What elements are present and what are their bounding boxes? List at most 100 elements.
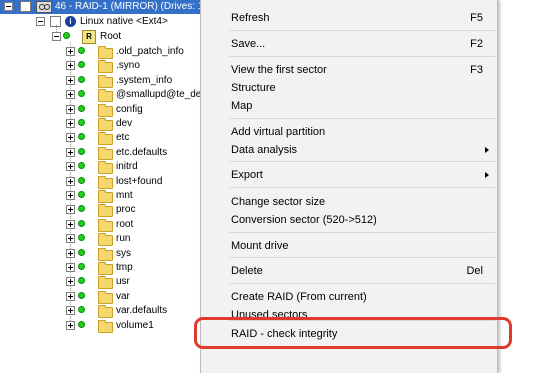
folder-row[interactable]: volume1 bbox=[116, 318, 154, 333]
folder-status-dot bbox=[78, 191, 85, 198]
menu-separator bbox=[229, 118, 495, 119]
folder-row[interactable]: var.defaults bbox=[116, 303, 167, 318]
folder-icon bbox=[98, 118, 113, 131]
folder-row[interactable]: etc bbox=[116, 130, 129, 145]
folder-icon bbox=[98, 190, 113, 203]
folder-row[interactable]: mnt bbox=[116, 188, 133, 203]
folder-status-dot bbox=[78, 147, 85, 155]
expand-toggle[interactable] bbox=[66, 75, 75, 85]
folder-row[interactable]: sys bbox=[116, 246, 131, 261]
collapse-toggle[interactable] bbox=[4, 2, 13, 11]
expand-toggle[interactable] bbox=[66, 205, 75, 215]
folder-icon bbox=[98, 247, 113, 261]
folder-row[interactable]: root bbox=[116, 217, 133, 232]
folder-row[interactable]: .syno bbox=[116, 58, 140, 73]
root-collapse-toggle[interactable] bbox=[52, 32, 61, 41]
menu-item-conversion-sector-520-512[interactable]: Conversion sector (520->512) bbox=[201, 211, 497, 229]
folder-label: usr bbox=[116, 276, 130, 288]
expand-toggle[interactable] bbox=[66, 219, 75, 229]
folder-label: initrd bbox=[116, 161, 138, 173]
submenu-arrow-icon bbox=[485, 147, 489, 153]
menu-item-refresh[interactable]: Refresh F5 bbox=[201, 9, 497, 27]
menu-item-add-virtual-partition[interactable]: Add virtual partition bbox=[201, 123, 497, 141]
menu-item-create-raid-from-current[interactable]: Create RAID (From current) bbox=[201, 288, 497, 306]
expand-toggle[interactable] bbox=[66, 119, 75, 128]
menu-item-export[interactable]: Export bbox=[201, 166, 497, 184]
folder-status-dot bbox=[78, 133, 85, 141]
expand-toggle[interactable] bbox=[66, 248, 75, 258]
folder-status-dot bbox=[78, 104, 85, 112]
folder-label: proc bbox=[116, 204, 136, 216]
tree-header-row[interactable]: 46 - RAID-1 (MIRROR) (Drives: 10) bbox=[0, 0, 212, 14]
menu-item-map[interactable]: Map bbox=[201, 97, 497, 115]
folder-row[interactable]: lost+found bbox=[116, 174, 162, 189]
root-icon: R bbox=[82, 30, 96, 44]
menu-item-label: Data analysis bbox=[231, 144, 298, 156]
expand-toggle[interactable] bbox=[66, 291, 75, 301]
root-row[interactable]: Root bbox=[100, 29, 121, 44]
folder-row[interactable]: run bbox=[116, 231, 130, 246]
folder-row[interactable]: tmp bbox=[116, 260, 133, 275]
menu-item-label: Structure bbox=[231, 82, 276, 94]
menu-separator bbox=[229, 187, 495, 188]
folder-icon bbox=[98, 74, 113, 88]
folder-row[interactable]: @smallupd@te_deb bbox=[116, 87, 207, 102]
drive-checkbox[interactable] bbox=[20, 1, 31, 12]
menu-separator bbox=[229, 232, 495, 233]
expand-toggle[interactable] bbox=[66, 320, 75, 330]
expand-toggle[interactable] bbox=[66, 234, 75, 244]
partition-row[interactable]: Linux native <Ext4> bbox=[80, 14, 168, 29]
folder-row[interactable]: var bbox=[116, 289, 130, 304]
folder-status-dot bbox=[78, 306, 85, 314]
folder-label: etc.defaults bbox=[116, 146, 168, 158]
menu-separator bbox=[229, 161, 495, 162]
folder-row[interactable]: config bbox=[116, 102, 143, 117]
folder-row[interactable]: .system_info bbox=[116, 73, 172, 88]
folder-row[interactable]: initrd bbox=[116, 159, 138, 174]
folder-icon bbox=[98, 204, 113, 218]
menu-item-mount-drive[interactable]: Mount drive bbox=[201, 237, 497, 255]
expand-toggle[interactable] bbox=[66, 47, 75, 56]
menu-separator bbox=[229, 283, 495, 284]
expand-toggle[interactable] bbox=[66, 61, 75, 71]
expand-toggle[interactable] bbox=[66, 176, 75, 186]
folder-label: root bbox=[116, 218, 134, 230]
menu-item-change-sector-size[interactable]: Change sector size bbox=[201, 193, 497, 211]
folder-status-dot bbox=[78, 291, 85, 299]
menu-item-data-analysis[interactable]: Data analysis bbox=[201, 141, 497, 159]
menu-item-label: Mount drive bbox=[231, 240, 289, 252]
folder-status-dot bbox=[78, 205, 85, 213]
menu-item-structure[interactable]: Structure bbox=[201, 79, 497, 97]
folder-row[interactable]: .old_patch_info bbox=[116, 44, 184, 59]
menu-item-label: Map bbox=[231, 100, 253, 112]
folder-row[interactable]: dev bbox=[116, 116, 132, 131]
expand-toggle[interactable] bbox=[66, 147, 75, 157]
folder-row[interactable]: etc.defaults bbox=[116, 145, 167, 160]
expand-toggle[interactable] bbox=[66, 104, 75, 114]
folder-row[interactable]: usr bbox=[116, 274, 130, 289]
folder-status-dot bbox=[78, 61, 85, 69]
menu-item-label: Save... bbox=[231, 38, 266, 50]
folder-label: dev bbox=[116, 118, 133, 129]
folder-label: var.defaults bbox=[116, 305, 168, 317]
expand-toggle[interactable] bbox=[66, 306, 75, 316]
expand-toggle[interactable] bbox=[66, 90, 75, 100]
folder-icon bbox=[98, 305, 113, 319]
folder-icon bbox=[98, 276, 113, 290]
menu-item-save[interactable]: Save... F2 bbox=[201, 35, 497, 53]
partition-collapse-toggle[interactable] bbox=[36, 17, 45, 26]
folder-label: @smallupd@te_deb bbox=[116, 89, 207, 101]
expand-toggle[interactable] bbox=[66, 191, 75, 200]
expand-toggle[interactable] bbox=[66, 162, 75, 172]
menu-item-view-the-first-sector[interactable]: View the first sector F3 bbox=[201, 61, 497, 79]
folder-status-dot bbox=[78, 75, 85, 83]
expand-toggle[interactable] bbox=[66, 277, 75, 287]
submenu-arrow-icon bbox=[485, 172, 489, 178]
menu-item-delete[interactable]: Delete Del bbox=[201, 262, 497, 280]
menu-item-shortcut: F5 bbox=[470, 12, 483, 24]
folder-icon bbox=[98, 233, 113, 247]
expand-toggle[interactable] bbox=[66, 263, 75, 272]
expand-toggle[interactable] bbox=[66, 133, 75, 143]
folder-row[interactable]: proc bbox=[116, 202, 135, 217]
menu-item-label: Add virtual partition bbox=[231, 126, 326, 138]
